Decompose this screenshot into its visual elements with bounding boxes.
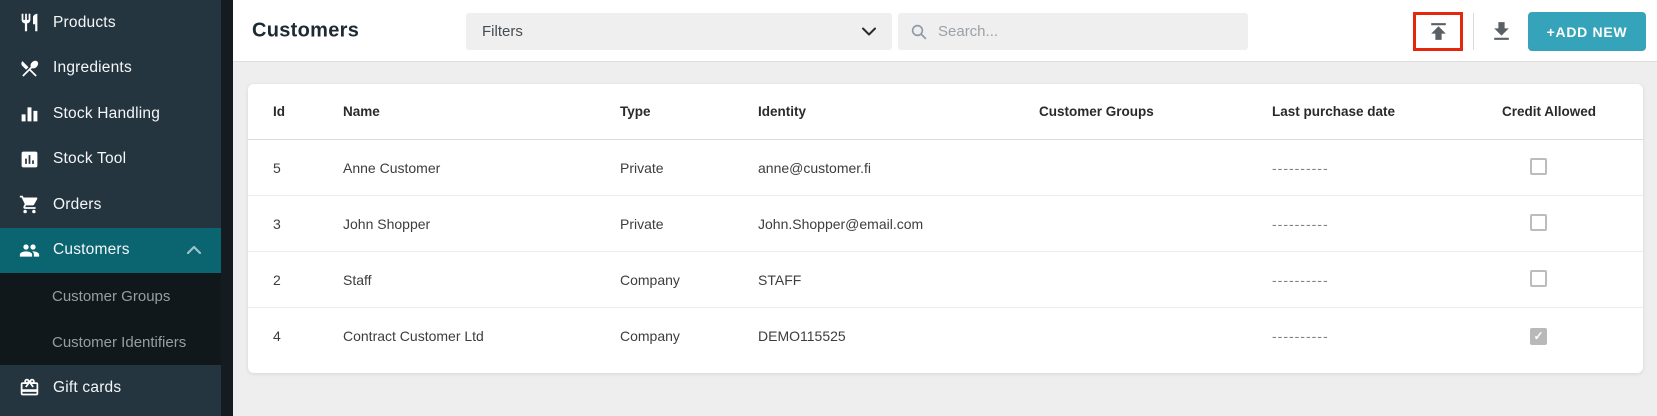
customers-submenu: Customer Groups Customer Identifiers bbox=[0, 273, 221, 365]
sidebar-item-label: Products bbox=[53, 14, 116, 32]
search-input[interactable] bbox=[938, 23, 1236, 40]
column-header-type: Type bbox=[595, 104, 733, 119]
table-row[interactable]: 4 Contract Customer Ltd Company DEMO1155… bbox=[248, 308, 1643, 364]
column-header-name: Name bbox=[318, 104, 595, 119]
customers-table: Id Name Type Identity Customer Groups La… bbox=[248, 84, 1643, 373]
sidebar-item-label: Ingredients bbox=[53, 59, 132, 77]
add-new-button[interactable]: +ADD NEW bbox=[1528, 12, 1646, 51]
sidebar-item-label: Gift cards bbox=[53, 379, 121, 397]
header-divider bbox=[1473, 13, 1474, 50]
column-header-id: Id bbox=[248, 104, 318, 119]
restaurant-icon bbox=[17, 11, 41, 35]
credit-allowed-checkbox[interactable] bbox=[1530, 270, 1547, 287]
sidebar: Products Ingredients Stock Handling Stoc… bbox=[0, 0, 221, 416]
credit-allowed-checkbox[interactable] bbox=[1530, 214, 1547, 231]
sidebar-item-label: Stock Handling bbox=[53, 105, 160, 123]
people-icon bbox=[17, 238, 41, 262]
table-row[interactable]: 5 Anne Customer Private anne@customer.fi… bbox=[248, 140, 1643, 196]
upload-icon bbox=[1426, 19, 1451, 44]
table-row[interactable]: 3 John Shopper Private John.Shopper@emai… bbox=[248, 196, 1643, 252]
cell-last-purchase-date: ---------- bbox=[1247, 216, 1477, 232]
sidebar-item-gift-cards[interactable]: Gift cards bbox=[0, 365, 221, 411]
upload-button-highlight bbox=[1413, 12, 1463, 51]
page-title: Customers bbox=[252, 19, 359, 42]
cell-last-purchase-date: ---------- bbox=[1247, 272, 1477, 288]
credit-allowed-checkbox[interactable] bbox=[1530, 328, 1547, 345]
cell-type: Company bbox=[595, 272, 733, 288]
sidebar-edge-strip bbox=[221, 0, 233, 416]
column-header-last-purchase-date: Last purchase date bbox=[1247, 104, 1477, 119]
cell-type: Private bbox=[595, 160, 733, 176]
chevron-down-icon bbox=[862, 23, 876, 41]
sidebar-subitem-label: Customer Groups bbox=[52, 288, 170, 305]
download-button[interactable] bbox=[1486, 18, 1516, 45]
sidebar-item-label: Orders bbox=[53, 196, 102, 214]
cell-identity: STAFF bbox=[733, 272, 1014, 288]
cell-name: Anne Customer bbox=[318, 160, 595, 176]
cell-type: Private bbox=[595, 216, 733, 232]
cell-credit-allowed bbox=[1477, 214, 1643, 234]
cell-last-purchase-date: ---------- bbox=[1247, 160, 1477, 176]
cell-credit-allowed bbox=[1477, 158, 1643, 178]
bar-chart-icon bbox=[17, 102, 41, 126]
upload-button[interactable] bbox=[1426, 19, 1451, 44]
cell-credit-allowed bbox=[1477, 270, 1643, 290]
table-row[interactable]: 2 Staff Company STAFF ---------- bbox=[248, 252, 1643, 308]
column-header-identity: Identity bbox=[733, 104, 1014, 119]
download-icon bbox=[1489, 19, 1514, 44]
sidebar-subitem-label: Customer Identifiers bbox=[52, 334, 186, 351]
sidebar-item-products[interactable]: Products bbox=[0, 0, 221, 46]
cell-name: Contract Customer Ltd bbox=[318, 328, 595, 344]
cell-credit-allowed bbox=[1477, 327, 1643, 345]
main-content: Customers Filters +ADD NEW Id Name Type bbox=[233, 0, 1657, 416]
sidebar-item-label: Customers bbox=[53, 241, 130, 259]
sidebar-item-customers[interactable]: Customers bbox=[0, 228, 221, 274]
table-header-row: Id Name Type Identity Customer Groups La… bbox=[248, 84, 1643, 140]
search-box bbox=[898, 13, 1248, 50]
filters-label: Filters bbox=[482, 23, 862, 40]
credit-allowed-checkbox[interactable] bbox=[1530, 158, 1547, 175]
sidebar-item-customer-identifiers[interactable]: Customer Identifiers bbox=[0, 319, 221, 365]
utensils-crossed-icon bbox=[17, 56, 41, 80]
column-header-credit-allowed: Credit Allowed bbox=[1477, 104, 1643, 119]
search-icon bbox=[910, 23, 928, 41]
sidebar-item-orders[interactable]: Orders bbox=[0, 182, 221, 228]
cell-identity: anne@customer.fi bbox=[733, 160, 1014, 176]
gift-icon bbox=[17, 376, 41, 400]
filters-dropdown[interactable]: Filters bbox=[466, 13, 892, 50]
cart-icon bbox=[17, 193, 41, 217]
cell-id: 4 bbox=[248, 328, 318, 344]
cell-identity: DEMO115525 bbox=[733, 328, 1014, 344]
cell-name: John Shopper bbox=[318, 216, 595, 232]
chevron-up-icon bbox=[187, 241, 201, 259]
column-header-customer-groups: Customer Groups bbox=[1014, 104, 1247, 119]
page-header: Customers Filters +ADD NEW bbox=[233, 0, 1657, 62]
cell-id: 3 bbox=[248, 216, 318, 232]
cell-id: 5 bbox=[248, 160, 318, 176]
cell-type: Company bbox=[595, 328, 733, 344]
cell-name: Staff bbox=[318, 272, 595, 288]
sidebar-item-stock-tool[interactable]: Stock Tool bbox=[0, 137, 221, 183]
sidebar-item-ingredients[interactable]: Ingredients bbox=[0, 46, 221, 92]
sidebar-item-customer-groups[interactable]: Customer Groups bbox=[0, 273, 221, 319]
sidebar-item-label: Stock Tool bbox=[53, 150, 126, 168]
cell-id: 2 bbox=[248, 272, 318, 288]
sidebar-item-stock-handling[interactable]: Stock Handling bbox=[0, 91, 221, 137]
cell-identity: John.Shopper@email.com bbox=[733, 216, 1014, 232]
cell-last-purchase-date: ---------- bbox=[1247, 328, 1477, 344]
chart-box-icon bbox=[17, 147, 41, 171]
